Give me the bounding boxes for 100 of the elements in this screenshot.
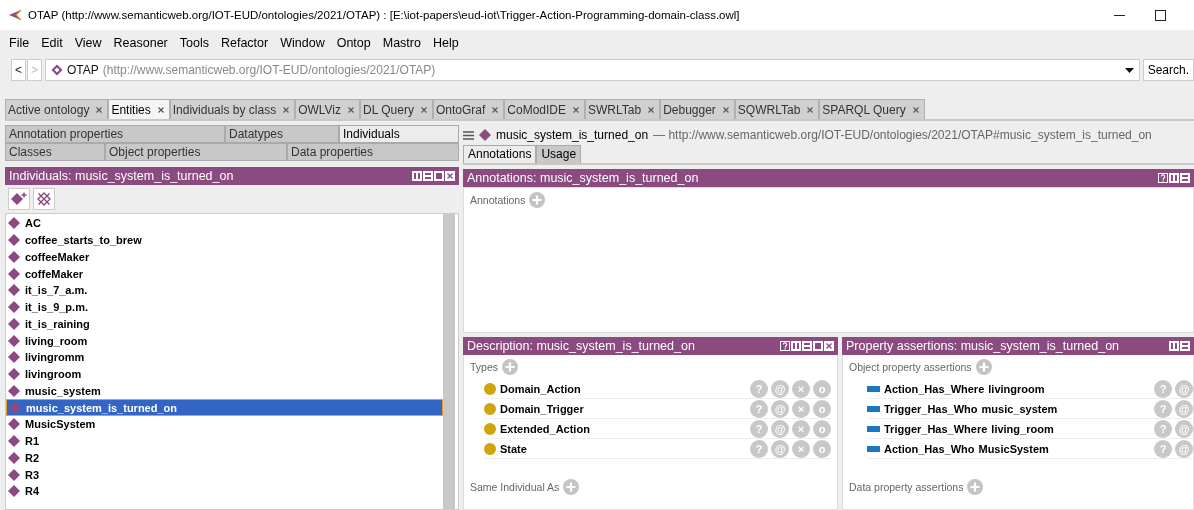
individual-item[interactable]: coffeeMaker <box>6 248 443 266</box>
menu-item[interactable]: File <box>3 35 36 50</box>
tab[interactable]: SWRLTab <box>585 99 661 119</box>
close-icon[interactable] <box>283 106 290 113</box>
ontology-selector[interactable]: OTAP (http://www.semanticweb.org/IOT-EUD/ontologies/2021/OTAP) <box>45 59 1140 81</box>
tab[interactable]: Entities <box>108 99 170 119</box>
diamond-icon <box>8 368 20 381</box>
menu-item[interactable]: Tools <box>173 35 215 50</box>
individual-item[interactable]: living_room <box>6 332 443 349</box>
close-icon[interactable] <box>824 341 834 351</box>
maximize-icon[interactable] <box>434 171 444 181</box>
delete-individual-button[interactable] <box>33 188 55 210</box>
menu-item[interactable]: Mastro <box>376 35 427 50</box>
close-icon[interactable] <box>912 106 919 113</box>
tab[interactable]: Individuals by class <box>169 99 296 119</box>
diamond-icon <box>8 351 20 364</box>
tab[interactable]: Usage <box>536 145 582 163</box>
close-icon[interactable] <box>648 106 655 113</box>
menu-item[interactable]: Window <box>274 35 331 50</box>
individual-item[interactable]: music_system_is_turned_on <box>6 399 443 416</box>
section-label: Annotations <box>470 194 526 206</box>
close-icon[interactable] <box>348 106 355 113</box>
property-value: living_room <box>991 422 1054 435</box>
maximize-icon[interactable] <box>1155 9 1166 21</box>
entity-tab[interactable]: Individuals <box>339 125 459 143</box>
property-name: Action_Has_Where <box>884 382 985 395</box>
split-horizontal-icon[interactable] <box>1180 173 1190 183</box>
class-dot-icon <box>484 402 496 415</box>
diamond-icon <box>8 217 20 230</box>
menu-item[interactable]: Reasoner <box>107 35 174 50</box>
individual-item[interactable]: it_is_7_a.m. <box>6 282 443 299</box>
entity-tab[interactable]: Datatypes <box>225 125 339 143</box>
menu-item[interactable]: Edit <box>35 35 69 50</box>
individual-item[interactable]: livingroom <box>6 365 443 383</box>
search-button[interactable]: Search. <box>1142 59 1194 81</box>
menu-icon[interactable] <box>463 130 474 140</box>
close-icon[interactable] <box>492 106 499 113</box>
close-icon[interactable] <box>420 106 427 113</box>
diamond-icon <box>8 317 20 330</box>
split-horizontal-icon[interactable] <box>423 171 433 181</box>
close-icon[interactable] <box>96 106 103 113</box>
property-name: Trigger_Has_Who <box>884 402 978 415</box>
individual-item[interactable]: R1 <box>6 432 443 450</box>
crossed-diamond-icon <box>37 192 51 206</box>
property-bar-icon <box>867 445 880 452</box>
individual-item[interactable]: coffeMaker <box>6 265 443 282</box>
entity-tab[interactable]: Annotation properties <box>5 125 225 143</box>
tab[interactable]: Debugger <box>660 99 735 119</box>
diamond-icon <box>8 284 20 297</box>
individual-item[interactable]: it_is_9_p.m. <box>6 298 443 316</box>
tab[interactable]: SPARQL Query <box>819 99 925 119</box>
split-horizontal-icon[interactable] <box>1180 341 1190 351</box>
split-vertical-icon[interactable] <box>1169 173 1179 183</box>
menu-item[interactable]: Ontop <box>330 35 377 50</box>
split-vertical-icon[interactable] <box>791 341 801 351</box>
scrollbar[interactable] <box>443 214 455 509</box>
tab[interactable]: DL Query <box>360 99 433 119</box>
diamond-icon <box>8 485 20 498</box>
view-title: Description: music_system_is_turned_on <box>467 339 696 353</box>
close-icon[interactable] <box>722 106 729 113</box>
individual-item[interactable]: it_is_raining <box>6 315 443 333</box>
individual-item[interactable]: coffee_starts_to_brew <box>6 231 443 249</box>
diamond-icon <box>479 129 491 141</box>
individual-item[interactable]: R4 <box>6 483 443 500</box>
add-individual-button[interactable] <box>8 188 30 210</box>
help-icon[interactable] <box>1158 173 1168 183</box>
section-label: Object property assertions <box>849 361 972 373</box>
menu-item[interactable]: Refactor <box>214 35 275 50</box>
back-button[interactable]: < <box>11 59 26 81</box>
individual-item[interactable]: R2 <box>6 449 443 467</box>
diamond-icon <box>8 301 20 314</box>
close-icon[interactable] <box>807 106 814 113</box>
dropdown-caret-icon[interactable] <box>1124 67 1134 73</box>
entity-tab[interactable]: Data properties <box>287 143 459 161</box>
split-horizontal-icon[interactable] <box>802 341 812 351</box>
view-title: Individuals: music_system_is_turned_on <box>9 169 235 183</box>
tab[interactable]: OWLViz <box>295 99 361 119</box>
help-icon[interactable] <box>780 341 790 351</box>
tab[interactable]: Annotations <box>463 145 537 163</box>
close-icon[interactable] <box>573 106 579 113</box>
entity-tab[interactable]: Classes <box>5 143 105 161</box>
tab[interactable]: OntoGraf <box>432 99 505 119</box>
split-vertical-icon[interactable] <box>412 171 422 181</box>
entity-tab[interactable]: Object properties <box>105 143 287 161</box>
close-icon[interactable] <box>445 171 455 181</box>
view-title: Annotations: music_system_is_turned_on <box>467 171 700 185</box>
menu-item[interactable]: View <box>68 35 108 50</box>
menu-item[interactable]: Help <box>426 35 465 50</box>
tab[interactable]: Active ontology <box>5 99 109 119</box>
individual-item[interactable]: MusicSystem <box>6 416 443 433</box>
split-vertical-icon[interactable] <box>1169 341 1179 351</box>
maximize-icon[interactable] <box>813 341 823 351</box>
individual-item[interactable]: R3 <box>6 466 443 483</box>
property-bar-icon <box>867 405 880 412</box>
individual-item[interactable]: music_system <box>6 382 443 400</box>
close-icon[interactable] <box>157 106 164 113</box>
individual-item[interactable]: livingromm <box>6 349 443 366</box>
tab[interactable]: CoModIDE <box>504 99 585 119</box>
individual-item[interactable]: AC <box>6 215 443 232</box>
tab[interactable]: SQWRLTab <box>734 99 820 119</box>
